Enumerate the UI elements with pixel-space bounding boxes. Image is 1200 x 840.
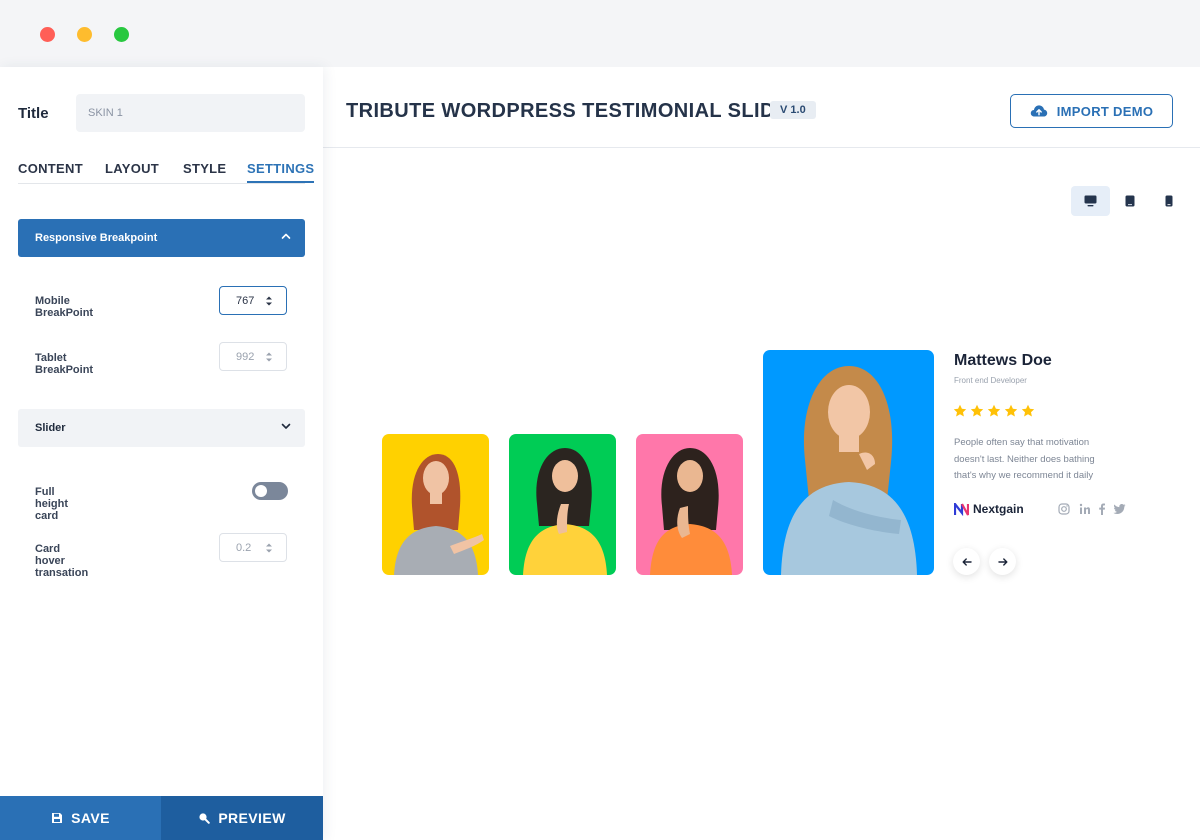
tablet-breakpoint-stepper[interactable]: 992 (219, 342, 287, 371)
card-hover-transition-label: Card hover transation (35, 543, 89, 579)
card-hover-transition-stepper[interactable]: 0.2 (219, 533, 287, 562)
title-input[interactable]: SKIN 1 (76, 94, 305, 132)
import-demo-button[interactable]: IMPORT DEMO (1010, 94, 1173, 128)
star-icon (987, 404, 1001, 417)
star-icon (1021, 404, 1035, 417)
star-icon (1004, 404, 1018, 417)
instagram-icon[interactable] (1058, 503, 1070, 515)
maximize-window-button[interactable] (114, 27, 129, 42)
cloud-upload-icon (1030, 105, 1047, 117)
responsive-breakpoint-accordion[interactable]: Responsive Breakpoint (18, 219, 305, 257)
company-logo: Nextgain (954, 502, 1024, 516)
full-height-card-label: Full height card (35, 486, 68, 522)
twitter-icon[interactable] (1113, 503, 1126, 515)
desktop-view-button[interactable] (1071, 186, 1110, 216)
chevron-down-icon (281, 423, 291, 429)
desktop-icon (1084, 195, 1097, 207)
arrow-right-icon (997, 557, 1007, 566)
magnifier-icon (199, 813, 211, 824)
tab-style[interactable]: STYLE (183, 161, 226, 176)
testimonial-name: Mattews Doe (954, 352, 1052, 369)
person-photo (781, 366, 917, 575)
star-rating (953, 404, 1035, 418)
tablet-breakpoint-label: Tablet BreakPoint (35, 352, 94, 376)
testimonial-card[interactable] (509, 434, 616, 575)
person-photo (394, 454, 484, 575)
person-photo (523, 448, 607, 575)
window-titlebar (0, 0, 1200, 67)
close-window-button[interactable] (40, 27, 55, 42)
full-height-card-toggle[interactable] (252, 482, 288, 500)
mobile-breakpoint-stepper[interactable]: 767 (219, 286, 287, 315)
tab-bar: CONTENT LAYOUT STYLE SETTINGS (18, 161, 315, 184)
preview-button[interactable]: PREVIEW (161, 796, 323, 840)
preview-label: PREVIEW (218, 810, 286, 826)
minimize-window-button[interactable] (77, 27, 92, 42)
accordion-label: Slider (35, 422, 66, 434)
page-title: TRIBUTE WORDPRESS TESTIMONIAL SLIDER (346, 100, 804, 122)
tab-settings[interactable]: SETTINGS (247, 161, 315, 183)
stepper-value: 992 (236, 351, 255, 363)
testimonial-role: Front end Developer (954, 376, 1027, 385)
tablet-icon (1125, 195, 1134, 207)
title-label: Title (18, 105, 49, 122)
mobile-icon (1165, 195, 1172, 207)
tablet-view-button[interactable] (1110, 186, 1149, 216)
stepper-arrows-icon[interactable] (265, 542, 273, 554)
slider-accordion[interactable]: Slider (18, 409, 305, 447)
star-icon (970, 404, 984, 417)
previous-slide-button[interactable] (953, 548, 980, 575)
version-badge: V 1.0 (770, 101, 816, 119)
save-label: SAVE (71, 810, 110, 826)
tab-content[interactable]: CONTENT (18, 161, 83, 176)
chevron-up-icon (281, 233, 291, 239)
mobile-view-button[interactable] (1149, 186, 1188, 216)
accordion-label: Responsive Breakpoint (35, 232, 158, 244)
save-button[interactable]: SAVE (0, 796, 161, 840)
quote-line: People often say that motivation (954, 437, 1090, 448)
floppy-disk-icon (52, 813, 63, 823)
star-icon (953, 404, 967, 417)
testimonial-quote: People often say that motivation doesn't… (954, 435, 1129, 485)
arrow-left-icon (962, 557, 972, 566)
testimonial-card[interactable] (382, 434, 489, 575)
stepper-value: 0.2 (236, 542, 252, 554)
testimonial-card-active[interactable] (763, 350, 934, 575)
stepper-arrows-icon[interactable] (265, 295, 273, 307)
linkedin-icon[interactable] (1079, 503, 1091, 515)
import-demo-label: IMPORT DEMO (1056, 103, 1154, 119)
company-name: Nextgain (973, 502, 1024, 516)
stepper-arrows-icon[interactable] (265, 351, 273, 363)
header-divider (323, 147, 1200, 148)
toggle-knob (255, 485, 267, 497)
stepper-value: 767 (236, 295, 255, 307)
facebook-icon[interactable] (1098, 503, 1106, 515)
person-photo (650, 448, 732, 575)
testimonial-card[interactable] (636, 434, 743, 575)
tab-layout[interactable]: LAYOUT (105, 161, 159, 176)
quote-line: doesn't last. Neither does bathing (954, 453, 1095, 465)
next-slide-button[interactable] (989, 548, 1016, 575)
mobile-breakpoint-label: Mobile BreakPoint (35, 295, 94, 319)
nextgain-logo-icon (954, 502, 969, 516)
quote-line: that's why we recommend it daily (954, 470, 1094, 481)
sidebar-action-bar: SAVE PREVIEW (0, 796, 323, 840)
